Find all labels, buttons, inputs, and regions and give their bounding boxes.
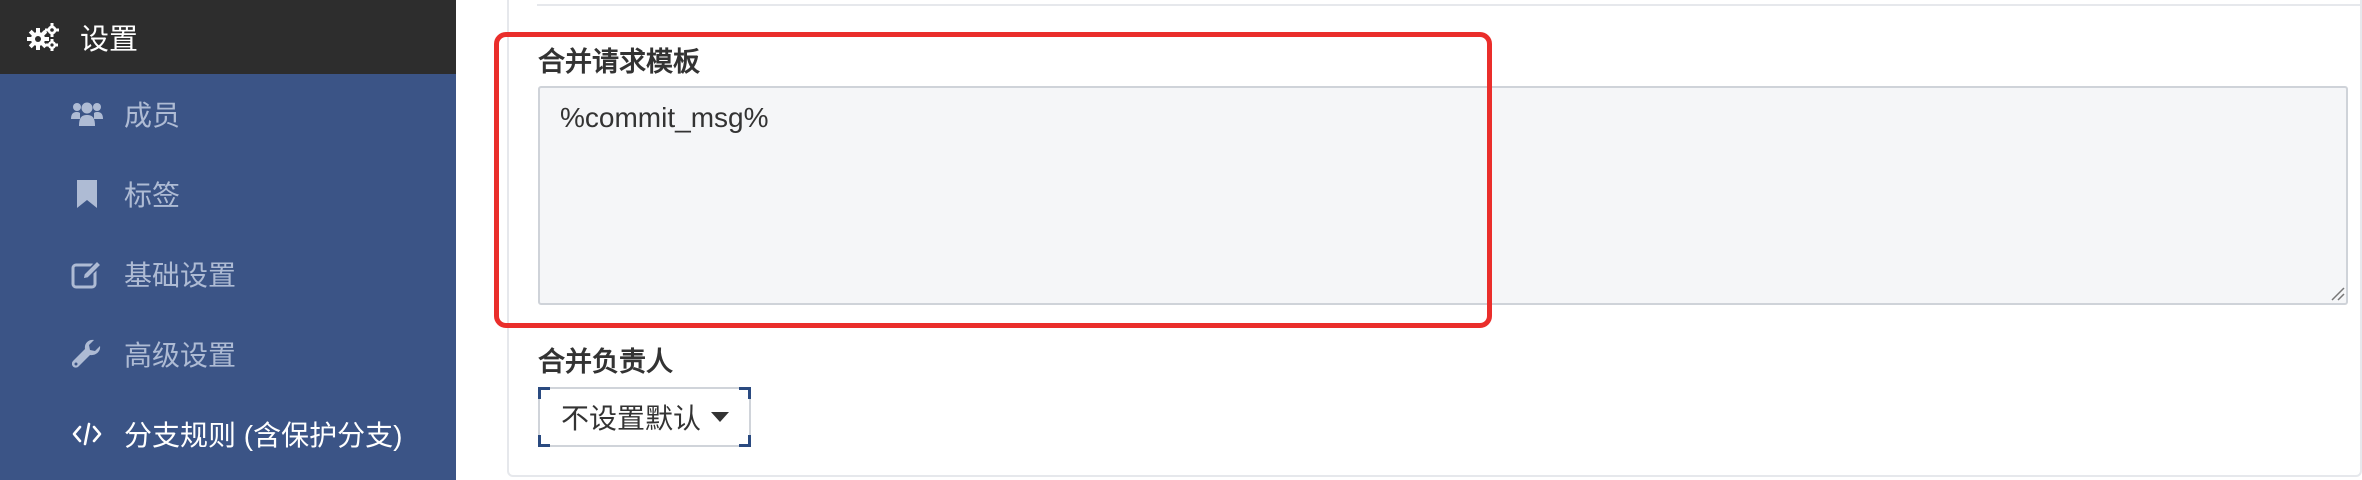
merge-template-textarea[interactable]: %commit_msg%: [538, 86, 2348, 305]
code-icon: [70, 417, 104, 451]
sidebar-item-label: 成员: [124, 100, 181, 131]
section-divider: [537, 4, 2362, 6]
bookmark-icon: [70, 177, 104, 211]
sidebar-item-label: 基础设置: [124, 260, 237, 291]
resize-grip-icon[interactable]: [2328, 284, 2346, 302]
sidebar-header-settings[interactable]: 设置: [0, 0, 456, 74]
sidebar-item-label: 分支规则 (含保护分支): [124, 420, 403, 451]
sidebar: 设置 成员 标签 基础设置 高级设置 分支规则 (含保护分支): [0, 0, 456, 480]
merge-owner-dropdown[interactable]: 不设置默认: [538, 387, 751, 447]
focus-corner: [538, 435, 550, 447]
focus-corner: [739, 387, 751, 399]
sidebar-item-tags[interactable]: 标签: [0, 154, 456, 234]
sidebar-item-advanced-settings[interactable]: 高级设置: [0, 314, 456, 394]
focus-corner: [739, 435, 751, 447]
sidebar-item-label: 高级设置: [124, 340, 237, 371]
sidebar-item-basic-settings[interactable]: 基础设置: [0, 234, 456, 314]
gears-icon: [26, 20, 60, 54]
merge-owner-selected: 不设置默认: [561, 403, 702, 434]
users-icon: [70, 97, 104, 131]
merge-template-label: 合并请求模板: [538, 47, 700, 77]
sidebar-item-members[interactable]: 成员: [0, 74, 456, 154]
merge-owner-label: 合并负责人: [538, 347, 673, 377]
caret-down-icon: [711, 412, 730, 422]
sidebar-item-branch-rules[interactable]: 分支规则 (含保护分支): [0, 394, 456, 474]
sidebar-item-label: 标签: [124, 180, 181, 211]
sidebar-header-label: 设置: [80, 24, 139, 56]
wrench-icon: [70, 337, 104, 371]
edit-icon: [70, 257, 104, 291]
focus-corner: [538, 387, 550, 399]
